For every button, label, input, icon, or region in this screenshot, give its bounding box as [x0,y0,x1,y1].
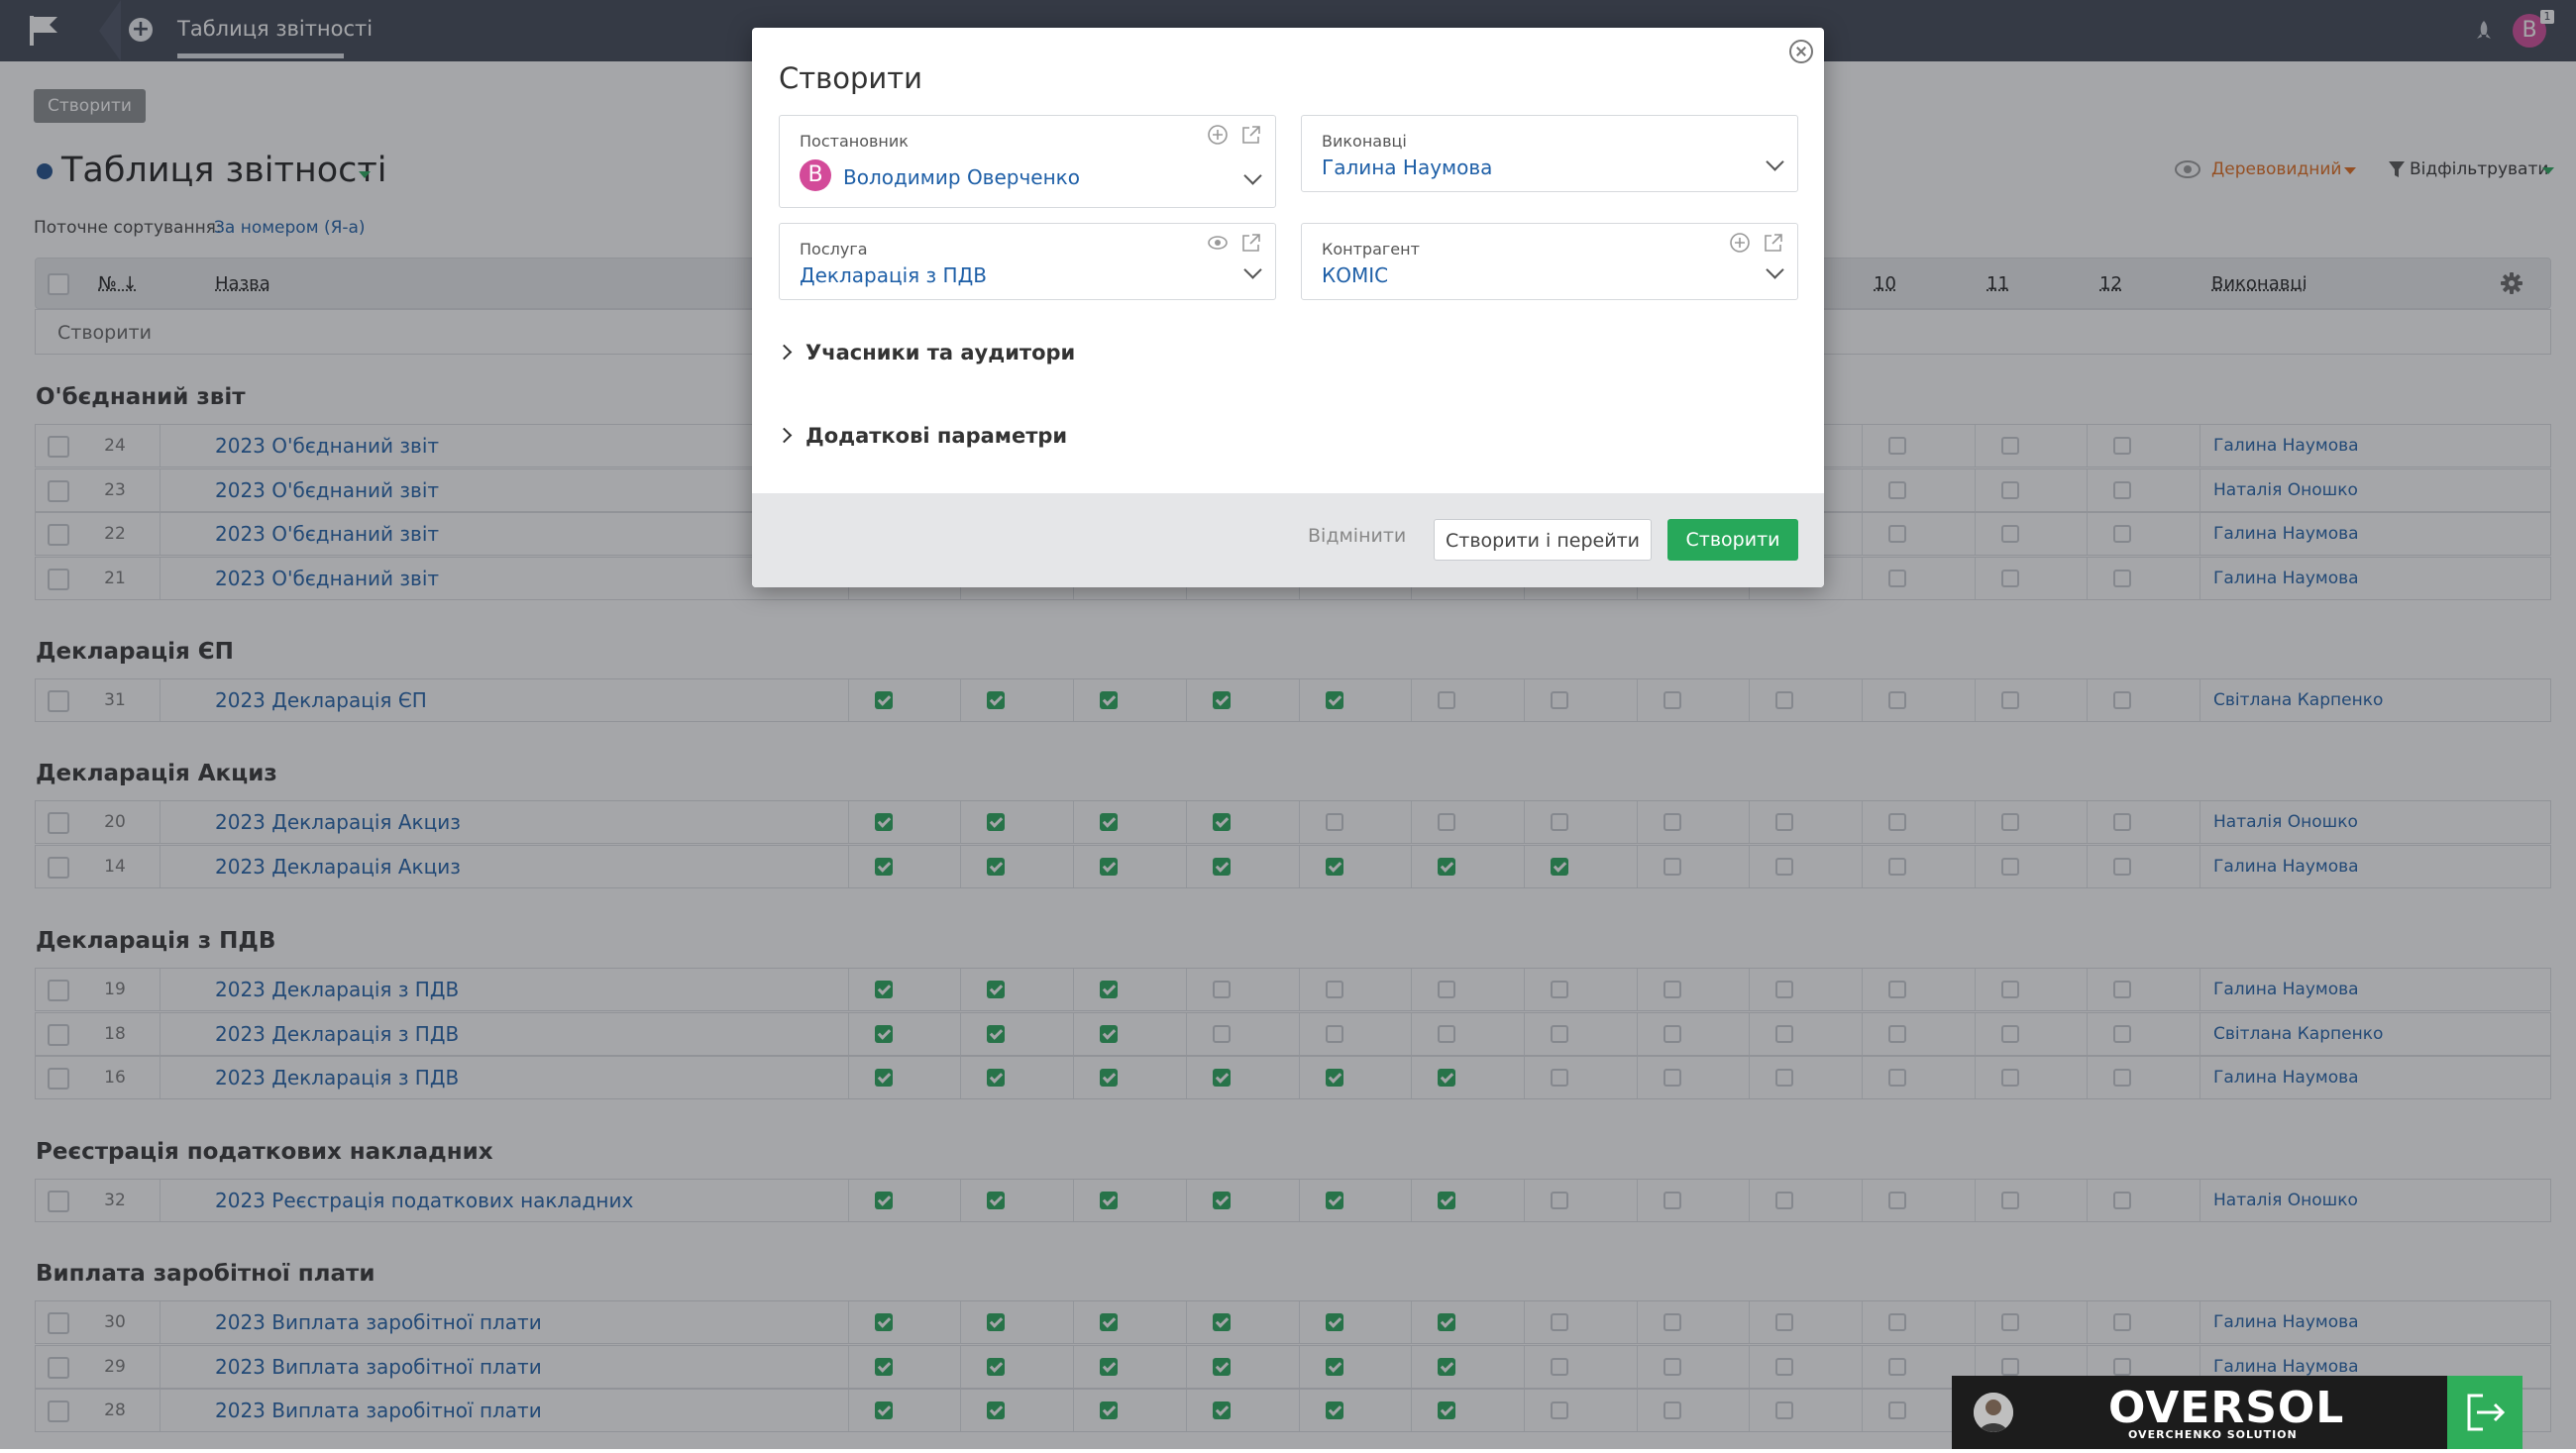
extra-params-section-toggle[interactable]: Додаткові параметри [776,424,1068,448]
chevron-right-icon [776,344,793,361]
external-link-icon[interactable] [1240,232,1262,254]
avatar [1974,1393,2013,1432]
participants-section-toggle[interactable]: Учасники та аудитори [776,341,1076,364]
chevron-right-icon [776,427,793,444]
create-and-go-button[interactable]: Створити і перейти [1434,519,1652,561]
brand-subtitle: OVERCHENKO SOLUTION [2128,1428,2298,1441]
extra-params-section-label: Додаткові параметри [805,424,1068,448]
participants-section-label: Учасники та аудитори [805,341,1076,364]
exit-icon [2467,1394,2506,1431]
assignee-label: Виконавці [1322,132,1407,151]
external-link-icon[interactable] [1240,124,1262,146]
person-photo-icon [1974,1393,2013,1432]
chevron-down-icon[interactable] [1243,260,1262,279]
cancel-button[interactable]: Відмінити [1308,525,1406,547]
counterparty-label: Контрагент [1322,240,1420,259]
brand-name: OVERSOL [2108,1383,2345,1433]
service-label: Послуга [800,240,868,259]
logout-button[interactable] [2447,1376,2522,1449]
chevron-down-icon[interactable] [1766,153,1784,171]
service-field[interactable]: Послуга Декларація з ПДВ [779,223,1276,300]
add-circle-icon[interactable] [1729,232,1751,254]
modal-footer: Відмінити Створити і перейти Створити [752,493,1824,587]
create-submit-button[interactable]: Створити [1667,519,1798,561]
service-value: Декларація з ПДВ [800,263,987,287]
chevron-down-icon[interactable] [1243,166,1262,185]
author-label: Постановник [800,132,909,151]
close-icon[interactable] [1789,40,1813,63]
author-avatar: В [800,159,831,191]
external-link-icon[interactable] [1763,232,1784,254]
brand-banner: OVERSOL OVERCHENKO SOLUTION [1952,1376,2447,1449]
create-modal: Створити Постановник В Володимир Оверчен… [752,28,1824,587]
add-circle-icon[interactable] [1207,124,1229,146]
modal-title: Створити [779,61,922,95]
author-field[interactable]: Постановник В Володимир Оверченко [779,115,1276,208]
counterparty-value: КОМІС [1322,263,1389,287]
eye-icon[interactable] [1207,232,1229,254]
counterparty-field[interactable]: Контрагент КОМІС [1301,223,1798,300]
assignee-field[interactable]: Виконавці Галина Наумова [1301,115,1798,192]
assignee-value: Галина Наумова [1322,156,1493,179]
author-value: Володимир Оверченко [843,165,1080,189]
chevron-down-icon[interactable] [1766,260,1784,279]
